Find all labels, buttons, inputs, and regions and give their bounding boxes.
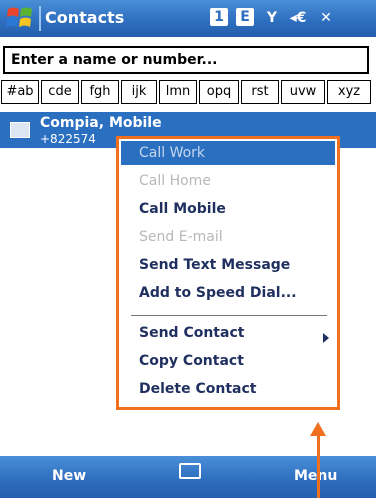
start-menu-logo-icon[interactable] xyxy=(6,5,34,32)
menu-item-copy-contact[interactable]: Copy Contact xyxy=(139,353,244,369)
menu-item-call-home[interactable]: Call Home xyxy=(139,173,211,189)
menu-item-send-contact[interactable]: Send Contact xyxy=(139,325,244,341)
submenu-arrow-icon xyxy=(323,333,329,343)
menu-item-call-mobile[interactable]: Call Mobile xyxy=(139,201,226,217)
tab-uvw[interactable]: uvw xyxy=(281,80,325,104)
contact-card-icon xyxy=(10,122,30,138)
keyboard-icon[interactable] xyxy=(179,463,201,479)
tab-ijk[interactable]: ijk xyxy=(121,80,157,104)
tab-cde[interactable]: cde xyxy=(41,80,79,104)
contact-name: Compia, Mobile xyxy=(40,115,162,131)
tab-fgh[interactable]: fgh xyxy=(81,80,119,104)
menu-item-send-email[interactable]: Send E-mail xyxy=(139,229,223,245)
volume-icon[interactable]: ◂€ xyxy=(288,8,308,28)
search-input[interactable]: Enter a name or number... xyxy=(3,46,369,74)
tab-rst[interactable]: rst xyxy=(241,80,279,104)
context-menu: Call Work Call Home Call Mobile Send E-m… xyxy=(116,136,340,410)
alphabet-tabs: #ab cde fgh ijk lmn opq rst uvw xyz xyxy=(0,80,376,106)
tab-opq[interactable]: opq xyxy=(199,80,239,104)
softkey-menu[interactable]: Menu xyxy=(294,468,337,484)
menu-item-send-text[interactable]: Send Text Message xyxy=(139,257,290,273)
connectivity-icon[interactable]: 1 xyxy=(210,8,228,26)
signal-icon[interactable]: Y xyxy=(262,8,282,28)
contact-number: +822574 xyxy=(40,132,96,146)
menu-item-speed-dial[interactable]: Add to Speed Dial... xyxy=(139,285,297,301)
title-separator xyxy=(39,6,41,31)
app-title: Contacts xyxy=(45,8,125,27)
menu-separator xyxy=(131,315,327,316)
close-icon[interactable]: ✕ xyxy=(316,8,336,28)
battery-icon[interactable]: E xyxy=(236,8,254,26)
softkey-new[interactable]: New xyxy=(52,468,86,484)
menu-item-call-work[interactable]: Call Work xyxy=(139,145,205,161)
menu-item-delete-contact[interactable]: Delete Contact xyxy=(139,381,256,397)
annotation-arrow-line xyxy=(317,434,320,498)
tab-xyz[interactable]: xyz xyxy=(327,80,371,104)
tab-lmn[interactable]: lmn xyxy=(159,80,197,104)
tab-ab[interactable]: #ab xyxy=(1,80,39,104)
